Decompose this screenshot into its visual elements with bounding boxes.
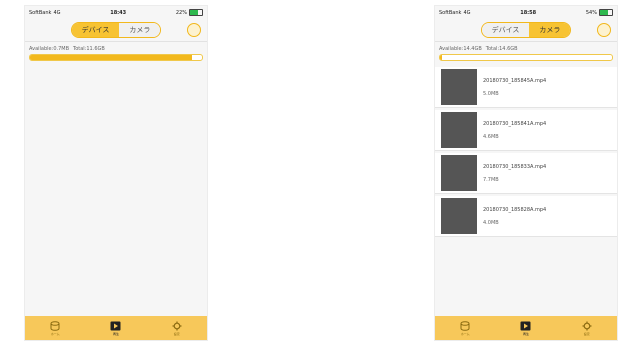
battery-percent: 22% [175, 9, 187, 16]
carrier-label: SoftBank [29, 9, 52, 16]
tab-home-label: ホーム [50, 331, 60, 336]
status-bar: SoftBank 4G 18:43 22% [25, 6, 207, 19]
file-size: 7.7MB [483, 176, 499, 183]
tab-playback[interactable]: 再生 [520, 321, 531, 336]
tab-settings-label: 設定 [583, 331, 590, 336]
file-name: 20180730_185833A.mp4 [483, 163, 547, 170]
video-thumbnail [441, 198, 477, 234]
storage-progress-fill [30, 55, 192, 60]
battery-icon [188, 9, 203, 16]
edit-circle-button[interactable] [187, 23, 201, 37]
bottom-tabbar: ホーム 再生 設定 [25, 316, 207, 340]
storage-available: Available:14.4GB [439, 46, 482, 52]
video-thumbnail [441, 155, 477, 191]
video-thumbnail [441, 112, 477, 148]
storage-icon [50, 320, 60, 331]
edit-circle-button[interactable] [597, 23, 611, 37]
battery-percent: 54% [585, 9, 597, 16]
status-time: 18:58 [520, 9, 537, 16]
phone-screen-camera: SoftBank 4G 18:58 54% デバイス カメラ Available… [435, 6, 617, 340]
file-list: 20180730_185845A.mp4 5.0MB 20180730_1858… [435, 67, 617, 237]
file-size: 4.6MB [483, 133, 499, 140]
gear-icon [172, 321, 182, 330]
list-item[interactable]: 20180730_185833A.mp4 7.7MB [435, 153, 617, 194]
tab-playback-label: 再生 [112, 331, 119, 336]
phone-screen-device: SoftBank 4G 18:43 22% デバイス カメラ Available… [25, 6, 207, 340]
tab-camera[interactable]: カメラ [529, 23, 571, 37]
tab-settings[interactable]: 設定 [582, 321, 592, 336]
list-item[interactable]: 20180730_185841A.mp4 4.6MB [435, 110, 617, 151]
top-navbar: デバイス カメラ [435, 19, 617, 42]
top-navbar: デバイス カメラ [25, 19, 207, 42]
storage-total: Total:14.6GB [485, 46, 518, 52]
storage-section: Available:14.4GB Total:14.6GB [435, 42, 617, 61]
storage-progress-fill [440, 55, 442, 60]
list-item[interactable]: 20180730_185845A.mp4 5.0MB [435, 67, 617, 108]
storage-icon [460, 320, 470, 331]
file-size: 5.0MB [483, 90, 499, 97]
video-thumbnail [441, 69, 477, 105]
file-name: 20180730_185845A.mp4 [483, 77, 547, 84]
storage-total: Total:11.6GB [73, 46, 105, 52]
play-icon [110, 321, 121, 330]
file-name: 20180730_185841A.mp4 [483, 120, 547, 127]
tab-camera[interactable]: カメラ [119, 23, 161, 37]
storage-section: Available:0.7MB Total:11.6GB [25, 42, 207, 61]
storage-progress-bar [29, 54, 203, 61]
network-label: 4G [463, 9, 471, 16]
tab-settings-label: 設定 [173, 331, 180, 336]
file-size: 4.0MB [483, 219, 499, 226]
tab-home[interactable]: ホーム [460, 320, 470, 336]
gear-icon [582, 321, 592, 330]
network-label: 4G [53, 9, 61, 16]
tab-settings[interactable]: 設定 [172, 321, 182, 336]
battery-icon [598, 9, 613, 16]
status-time: 18:43 [110, 9, 127, 16]
tab-device[interactable]: デバイス [71, 23, 120, 37]
tab-home-label: ホーム [460, 331, 470, 336]
file-name: 20180730_185828A.mp4 [483, 206, 547, 213]
storage-progress-bar [439, 54, 613, 61]
play-icon [520, 321, 531, 330]
source-segmented-control: デバイス カメラ [480, 22, 572, 38]
storage-available: Available:0.7MB [29, 46, 70, 52]
list-item[interactable]: 20180730_185828A.mp4 4.0MB [435, 196, 617, 237]
tab-device[interactable]: デバイス [481, 23, 530, 37]
tab-playback-label: 再生 [522, 331, 529, 336]
status-bar: SoftBank 4G 18:58 54% [435, 6, 617, 19]
tab-playback[interactable]: 再生 [110, 321, 121, 336]
tab-home[interactable]: ホーム [50, 320, 60, 336]
bottom-tabbar: ホーム 再生 設定 [435, 316, 617, 340]
carrier-label: SoftBank [439, 9, 462, 16]
source-segmented-control: デバイス カメラ [70, 22, 162, 38]
